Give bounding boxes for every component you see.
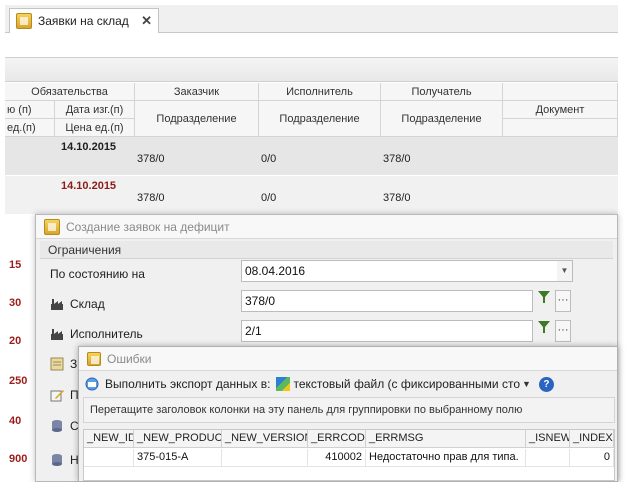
warehouse-browse-button[interactable]: ··· (555, 290, 571, 312)
chevron-down-icon: ▼ (522, 379, 531, 389)
database-icon (50, 453, 64, 467)
cell-errcode[interactable]: 410002 (308, 449, 366, 467)
tab-warehouse-requests[interactable]: Заявки на склад ✕ (9, 8, 159, 33)
app-window: Заявки на склад ✕ Обязательства Заказчик… (0, 0, 625, 482)
errors-dialog: Ошибки Выполнить экспорт данных в: текст… (78, 346, 618, 482)
header-obligations[interactable]: Обязательства (5, 83, 135, 101)
row-customer: 378/0 (137, 153, 165, 165)
option-item[interactable]: С (50, 419, 79, 433)
warehouse-field[interactable]: 378/0 (241, 290, 533, 312)
edit-icon (50, 388, 64, 402)
row-executor: 0/0 (261, 153, 277, 165)
option-item[interactable]: П (50, 388, 79, 402)
option-item[interactable]: Н (50, 453, 79, 467)
header-customer-division[interactable]: Подразделение (135, 101, 259, 137)
chevron-down-icon[interactable]: ▼ (557, 260, 573, 282)
header-receiver[interactable]: Получатель (381, 83, 503, 101)
header-executor-division[interactable]: Подразделение (259, 101, 381, 137)
errors-dialog-titlebar[interactable]: Ошибки (79, 347, 617, 371)
export-icon (85, 377, 99, 391)
deficit-dialog-titlebar[interactable]: Создание заявок на дефицит (36, 215, 617, 239)
option-label: З (70, 357, 78, 371)
column-header[interactable]: _NEW_ID (84, 430, 134, 448)
dialog-icon (44, 218, 60, 235)
row-date: 14.10.2015 (61, 180, 117, 192)
row-executor: 0/0 (261, 192, 277, 204)
group-band (5, 58, 618, 82)
column-header[interactable]: _ISNEW (526, 430, 570, 448)
header-document[interactable]: Документ (503, 101, 618, 119)
column-header[interactable]: _NEW_VERSION (222, 430, 308, 448)
export-format-select[interactable]: текстовый файл (с фиксированными сто ▼ (276, 377, 531, 391)
as-of-label: По состоянию на (50, 263, 145, 285)
row-receiver: 378/0 (383, 192, 411, 204)
qty-value: 30 (9, 297, 22, 309)
header-blank (503, 83, 618, 101)
cell-errmsg[interactable]: Недостаточно прав для типа. (366, 449, 526, 467)
header-date[interactable]: Дата изг.(п) (55, 101, 135, 119)
cell-new-product[interactable]: 375-015-А (134, 449, 222, 467)
option-item[interactable]: З (50, 357, 77, 371)
header-customer[interactable]: Заказчик (135, 83, 259, 101)
filter-icon[interactable] (535, 320, 553, 342)
column-header[interactable]: _INDEX (570, 430, 614, 448)
cell-isnew[interactable] (526, 449, 570, 467)
qty-value: 900 (9, 453, 28, 465)
warehouse-label-text: Склад (70, 297, 105, 311)
note-icon (50, 357, 64, 371)
executor-browse-button[interactable]: ··· (555, 320, 571, 342)
row-customer: 378/0 (137, 192, 165, 204)
executor-label: Исполнитель (50, 323, 143, 345)
qty-value: 250 (9, 375, 28, 387)
as-of-label-text: По состоянию на (50, 267, 145, 281)
export-format-value: текстовый файл (с фиксированными сто (293, 377, 521, 391)
row-date: 14.10.2015 (61, 141, 117, 153)
column-header[interactable]: _ERRCODE (308, 430, 366, 448)
header-document-sub (503, 119, 618, 137)
errors-dialog-title: Ошибки (107, 351, 152, 366)
deficit-dialog-title: Создание заявок на дефицит (66, 219, 230, 234)
as-of-date-field[interactable]: 08.04.2016 (241, 260, 573, 282)
group-by-panel[interactable]: Перетащите заголовок колонки на эту пане… (83, 397, 615, 423)
header-price[interactable]: Цена ед.(п) (55, 119, 135, 137)
export-label: Выполнить экспорт данных в: (105, 377, 271, 391)
row-receiver: 378/0 (383, 153, 411, 165)
table-row[interactable]: 14.10.2015 378/0 0/0 378/0 (5, 176, 618, 214)
cell-index[interactable]: 0 (570, 449, 614, 467)
executor-label-text: Исполнитель (70, 327, 143, 341)
export-toolbar: Выполнить экспорт данных в: текстовый фа… (83, 373, 615, 395)
warehouse-label: Склад (50, 293, 105, 315)
factory-icon (50, 328, 64, 340)
header-partial-bottom[interactable]: ед.(п) (5, 119, 55, 137)
help-icon[interactable]: ? (538, 376, 554, 392)
tab-title: Заявки на склад (38, 14, 129, 28)
header-receiver-division[interactable]: Подразделение (381, 101, 503, 137)
column-header[interactable]: _ERRMSG (366, 430, 526, 448)
errors-grid: _NEW_ID _NEW_PRODUCT _NEW_VERSION _ERRCO… (83, 429, 615, 481)
factory-icon (50, 298, 64, 310)
filter-icon[interactable] (535, 290, 553, 312)
document-icon (16, 13, 32, 29)
qty-value: 15 (9, 259, 22, 271)
cell-new-id[interactable] (84, 449, 134, 467)
table-row[interactable]: 14.10.2015 378/0 0/0 378/0 (5, 137, 618, 175)
constraints-group-header: Ограничения (40, 241, 613, 259)
dialog-icon (87, 351, 101, 366)
close-icon[interactable]: ✕ (141, 13, 152, 29)
cell-new-version[interactable] (222, 449, 308, 467)
text-file-icon (276, 377, 291, 391)
header-executor[interactable]: Исполнитель (259, 83, 381, 101)
toolbar-area (5, 34, 618, 58)
qty-value: 40 (9, 415, 22, 427)
qty-value: 20 (9, 335, 22, 347)
column-header[interactable]: _NEW_PRODUCT (134, 430, 222, 448)
tab-strip: Заявки на склад ✕ (5, 5, 618, 33)
executor-field[interactable]: 2/1 (241, 320, 533, 342)
header-partial-top[interactable]: ю (п) (5, 101, 55, 119)
database-icon (50, 419, 64, 433)
